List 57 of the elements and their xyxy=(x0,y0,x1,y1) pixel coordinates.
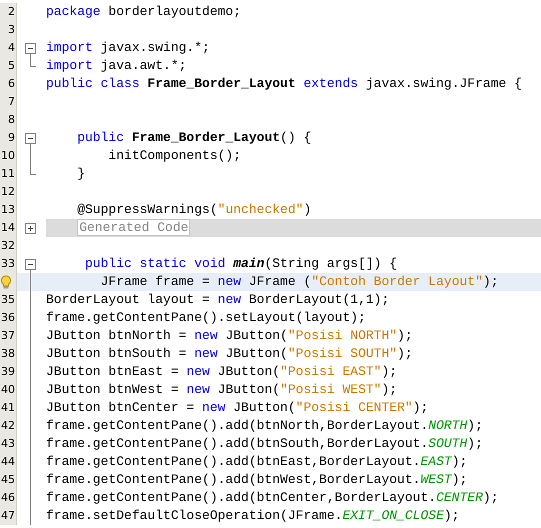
code-line: public Frame_Border_Layout() { xyxy=(76,129,312,147)
code-line: JButton btnSouth = new JButton("Posisi SOUTH"); xyxy=(46,345,413,363)
line-number: 42 xyxy=(1,419,15,433)
line-number: 44 xyxy=(1,455,15,469)
line-number: 13 xyxy=(1,203,15,217)
line-number: 37 xyxy=(1,329,15,343)
code-line: frame.getContentPane().setLayout(layout); xyxy=(46,309,366,327)
code-line: frame.getContentPane().add(btnCenter,BorderLayout.CENTER); xyxy=(46,489,498,507)
line-number: 2 xyxy=(8,5,15,19)
line-number: 3 xyxy=(8,23,15,37)
code-line: initComponents(); xyxy=(107,147,242,165)
line-number: 41 xyxy=(1,401,15,415)
line-number: 43 xyxy=(1,437,15,451)
code-line: @SuppressWarnings("unchecked") xyxy=(76,201,312,219)
code-line: JButton btnWest = new JButton("Posisi WEST"); xyxy=(46,381,398,399)
line-number: 36 xyxy=(1,311,15,325)
line-number: 45 xyxy=(1,473,15,487)
code-line: frame.getContentPane().add(btnSouth,BorderLayout.SOUTH); xyxy=(46,435,483,453)
code-line: frame.getContentPane().add(btnEast,BorderLayout.EAST); xyxy=(46,453,468,471)
code-line: JButton btnEast = new JButton("Posisi EAST"); xyxy=(46,363,398,381)
code-line: } xyxy=(76,165,86,183)
line-number: 33 xyxy=(1,257,15,271)
collapse-toggle[interactable] xyxy=(25,42,36,54)
line-number: 14 xyxy=(1,221,15,235)
line-number: 9 xyxy=(8,131,15,145)
code-line: import java.awt.*; xyxy=(46,57,186,75)
line-number: 4 xyxy=(8,41,15,55)
line-number: 8 xyxy=(8,113,15,127)
line-number: 40 xyxy=(1,383,15,397)
code-line: frame.setDefaultCloseOperation(JFrame.EXIT_ON_CLOSE); xyxy=(46,507,460,525)
lightbulb-icon[interactable] xyxy=(0,275,12,289)
code-line: frame.getContentPane().add(btnWest,BorderLayout.WEST); xyxy=(46,471,468,489)
line-number: 11 xyxy=(1,167,15,181)
collapse-toggle[interactable] xyxy=(25,258,36,270)
line-number: 10 xyxy=(1,149,15,163)
code-line: BorderLayout layout = new BorderLayout(1,1); xyxy=(46,291,390,309)
code-line: public static void main(String args[]) { xyxy=(84,255,398,273)
line-number: 6 xyxy=(8,77,15,91)
collapse-toggle[interactable] xyxy=(25,132,36,144)
line-number: 47 xyxy=(1,509,15,523)
line-number: 12 xyxy=(1,185,15,199)
code-line: JButton btnNorth = new JButton("Posisi NORTH"); xyxy=(46,327,413,345)
code-line: package borderlayoutdemo; xyxy=(46,3,242,21)
line-number: 32 xyxy=(1,239,15,253)
folded-code-block[interactable]: Generated Code xyxy=(77,219,190,236)
line-number: 5 xyxy=(8,59,15,73)
line-number: 46 xyxy=(1,491,15,505)
code-line: frame.getContentPane().add(btnNorth,BorderLayout.NORTH); xyxy=(46,417,483,435)
code-line: public class Frame_Border_Layout extends javax.swing.JFrame { xyxy=(46,75,522,93)
code-line: JFrame frame = new JFrame ("Contoh Border Layout"); xyxy=(100,273,499,291)
line-number: 35 xyxy=(1,293,15,307)
line-number: 7 xyxy=(8,95,15,109)
line-number: 39 xyxy=(1,365,15,379)
code-line: JButton btnCenter = new JButton("Posisi CENTER"); xyxy=(46,399,428,417)
expand-toggle[interactable] xyxy=(25,222,36,234)
line-number: 38 xyxy=(1,347,15,361)
code-line: import javax.swing.*; xyxy=(46,39,210,57)
